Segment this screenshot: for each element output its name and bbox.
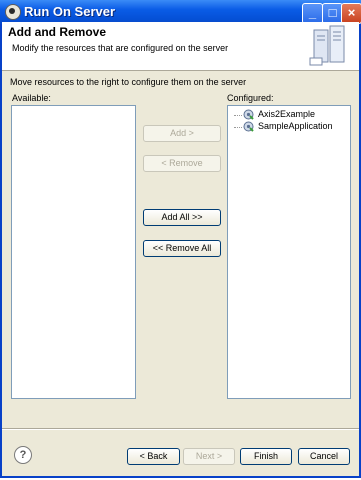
add-all-button[interactable]: Add All >> xyxy=(143,209,221,226)
project-icon xyxy=(243,121,254,132)
help-icon[interactable]: ? xyxy=(14,446,32,464)
server-graphic-icon xyxy=(309,25,345,66)
available-list[interactable] xyxy=(11,105,136,399)
finish-button[interactable]: Finish xyxy=(240,448,292,465)
next-button[interactable]: Next > xyxy=(183,448,235,465)
available-label: Available: xyxy=(12,93,51,103)
wizard-content: Move resources to the right to configure… xyxy=(2,71,359,427)
configured-item-label: SampleApplication xyxy=(258,121,333,131)
configured-list[interactable]: Axis2Example SampleApplication xyxy=(227,105,351,399)
footer-separator xyxy=(2,428,359,430)
maximize-button[interactable]: □ xyxy=(322,3,343,24)
configured-label: Configured: xyxy=(227,93,274,103)
configured-item-label: Axis2Example xyxy=(258,109,316,119)
add-button[interactable]: Add > xyxy=(143,125,221,142)
remove-button[interactable]: < Remove xyxy=(143,155,221,172)
back-button[interactable]: < Back xyxy=(127,448,180,465)
page-description: Modify the resources that are configured… xyxy=(12,43,229,53)
eclipse-app-icon xyxy=(5,4,21,20)
instruction-text: Move resources to the right to configure… xyxy=(10,77,247,87)
project-icon xyxy=(243,109,254,120)
minimize-button[interactable]: _ xyxy=(302,3,323,24)
cancel-button[interactable]: Cancel xyxy=(298,448,350,465)
page-title: Add and Remove xyxy=(8,25,107,39)
remove-all-button[interactable]: << Remove All xyxy=(143,240,221,257)
run-on-server-dialog: Run On Server _ □ × Add and Remove Modif… xyxy=(0,0,361,478)
wizard-banner: Add and Remove Modify the resources that… xyxy=(2,22,359,71)
title-bar[interactable]: Run On Server _ □ × xyxy=(0,0,361,24)
window-title: Run On Server xyxy=(24,4,116,19)
close-button[interactable]: × xyxy=(341,3,361,24)
